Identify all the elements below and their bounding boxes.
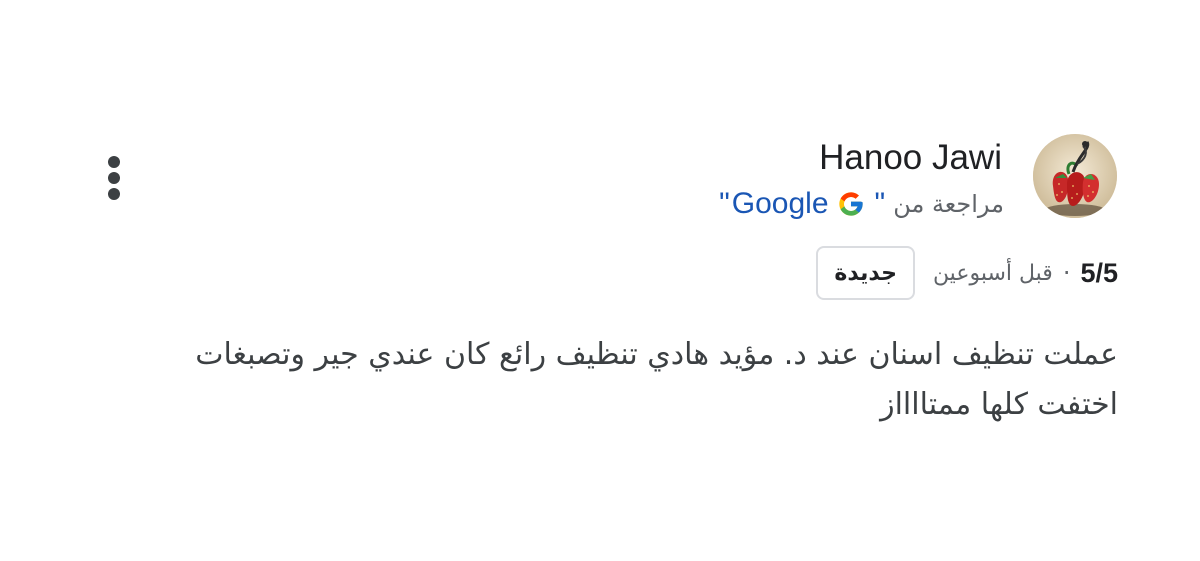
source-prefix: مراجعة من [893, 190, 1004, 218]
review-source: " Google " مراجعة من [719, 186, 1004, 222]
meta-separator: · [1062, 259, 1071, 287]
review-text: عملت تنظيف اسنان عند د. مؤيد هادي تنظيف … [195, 337, 1118, 422]
review-meta: 5/5 · قبل أسبوعين جديدة [816, 245, 1118, 301]
review-time: قبل أسبوعين [932, 260, 1053, 286]
avatar[interactable] [1033, 134, 1117, 218]
review-card: Hanoo Jawi " Google " مراجعة من 5/5 · قب… [0, 0, 1200, 561]
new-badge: جديدة [816, 246, 915, 300]
rating-value: 5/5 [1080, 257, 1118, 288]
strawberry-photo-icon [1033, 134, 1117, 218]
google-g-icon [837, 190, 865, 218]
source-open-quote: " [719, 187, 730, 220]
source-name[interactable]: Google [732, 187, 829, 221]
more-vert-icon-dot [108, 172, 120, 184]
source-close-quote: " [874, 187, 886, 220]
more-vert-icon-dot [108, 188, 120, 200]
more-options-button[interactable] [100, 152, 128, 204]
more-vert-icon [108, 156, 120, 168]
reviewer-name[interactable]: Hanoo Jawi [819, 138, 1002, 178]
